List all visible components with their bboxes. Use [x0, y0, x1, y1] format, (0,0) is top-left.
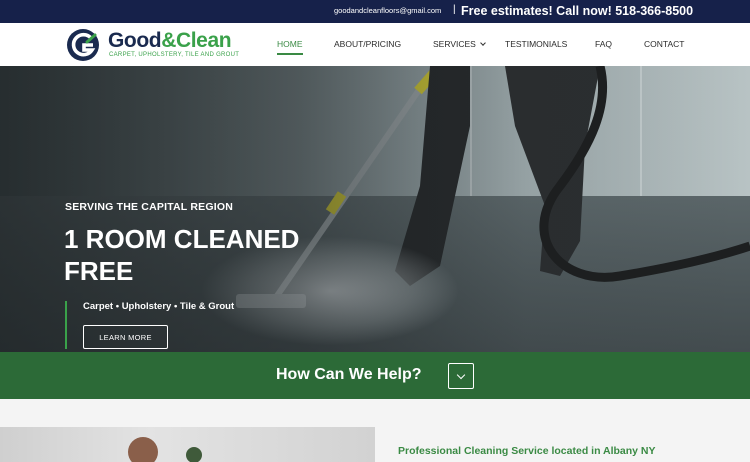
topbar-separator: |: [453, 4, 456, 15]
logo-title-amp: &: [161, 29, 176, 52]
hero-accent-line: [65, 301, 67, 349]
nav-contact[interactable]: CONTACT: [644, 39, 684, 49]
nav-services-label: SERVICES: [433, 39, 476, 49]
nav-home[interactable]: HOME: [277, 39, 303, 55]
chevron-down-icon: [456, 370, 466, 380]
logo-icon[interactable]: [65, 27, 101, 63]
email-link[interactable]: goodandcleanfloors@gmail.com: [334, 6, 441, 15]
logo-title[interactable]: Good&Clean: [108, 29, 232, 53]
phone-cta-link[interactable]: Free estimates! Call now! 518-366-8500: [461, 4, 693, 18]
nav-about-pricing[interactable]: ABOUT/PRICING: [334, 39, 401, 49]
nav-services[interactable]: SERVICES: [433, 39, 486, 49]
plant-photo-detail: [186, 447, 202, 462]
intro-heading: Professional Cleaning Service located in…: [398, 445, 656, 457]
hero-kicker: SERVING THE CAPITAL REGION: [65, 201, 233, 213]
logo-title-clean: Clean: [175, 29, 232, 52]
site-header: Good&Clean CARPET, UPHOLSTERY, TILE AND …: [0, 23, 750, 66]
logo-tagline: CARPET, UPHOLSTERY, TILE AND GROUT: [109, 52, 240, 58]
nav-faq-label: FAQ: [595, 39, 613, 49]
hero-title: 1 ROOM CLEANED FREE: [64, 224, 300, 286]
learn-more-button[interactable]: LEARN MORE: [83, 325, 168, 349]
active-underline: [277, 53, 303, 55]
hero-services-list: Carpet • Upholstery • Tile & Grout: [83, 301, 235, 312]
person-photo-detail: [128, 437, 158, 462]
help-heading: How Can We Help?: [276, 366, 422, 383]
intro-section: Professional Cleaning Service located in…: [0, 399, 750, 462]
help-band: How Can We Help?: [0, 352, 750, 399]
nav-faq[interactable]: FAQ: [595, 39, 612, 49]
logo-title-good: Good: [108, 29, 162, 52]
intro-photo: [0, 427, 375, 462]
nav-contact-label: CONTACT: [644, 39, 685, 49]
top-contact-bar: goodandcleanfloors@gmail.com | Free esti…: [0, 0, 750, 23]
hero-section: SERVING THE CAPITAL REGION 1 ROOM CLEANE…: [0, 66, 750, 352]
nav-home-label: HOME: [277, 39, 303, 49]
chevron-down-icon: [480, 40, 486, 46]
nav-about-label: ABOUT/PRICING: [334, 39, 402, 49]
nav-testimonials-label: TESTIMONIALS: [505, 39, 568, 49]
nav-testimonials[interactable]: TESTIMONIALS: [505, 39, 567, 49]
help-toggle-button[interactable]: [448, 363, 474, 389]
